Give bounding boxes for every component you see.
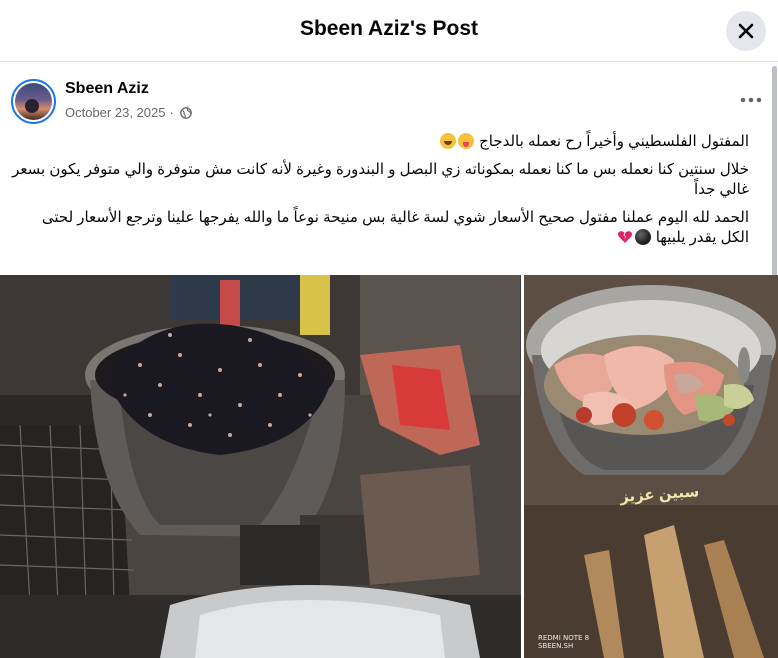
- post-meta: October 23, 2025 ·: [65, 105, 192, 120]
- avatar-image: [15, 83, 52, 120]
- close-icon: [738, 23, 754, 39]
- zany-face-emoji-icon: [457, 133, 474, 149]
- paragraph-1-text: المفتول الفلسطيني وأخيراً رح نعمله بالدج…: [479, 133, 749, 150]
- watermark-line-2: SBEEN.SH: [538, 642, 574, 650]
- author-name[interactable]: Sbeen Aziz: [65, 80, 149, 98]
- post-photo-1[interactable]: [0, 275, 521, 658]
- post-photo-2[interactable]: سبين عزيز REDMI NOTE 8 SBEEN.SH: [524, 275, 778, 658]
- camera-watermark: REDMI NOTE 8 SBEEN.SH: [538, 634, 589, 650]
- more-options-button[interactable]: [736, 88, 766, 112]
- close-button[interactable]: [726, 11, 766, 51]
- meta-separator: ·: [169, 105, 174, 120]
- post-paragraph-2: خلال سنتين كنا نعمله بس ما كنا نعمله بمك…: [12, 161, 749, 198]
- laughing-face-emoji-icon: [439, 133, 456, 149]
- post-date[interactable]: October 23, 2025: [65, 105, 165, 120]
- author-avatar[interactable]: [11, 79, 56, 124]
- black-ball-emoji-icon: [634, 229, 651, 245]
- post-paragraph-1: المفتول الفلسطيني وأخيراً رح نعمله بالدج…: [12, 132, 749, 152]
- watermark-line-1: REDMI NOTE 8: [538, 634, 590, 642]
- post-dialog-header: Sbeen Aziz's Post: [0, 0, 778, 62]
- chicken-pot-photo: [524, 275, 778, 658]
- globe-icon[interactable]: [179, 106, 192, 119]
- post-message: المفتول الفلسطيني وأخيراً رح نعمله بالدج…: [12, 132, 749, 256]
- post-paragraph-3: الحمد لله اليوم عملنا مفتول صحيح الأسعار…: [12, 208, 749, 248]
- more-options-icon: [740, 97, 762, 103]
- broken-heart-emoji-icon: [617, 231, 632, 243]
- dialog-title: Sbeen Aziz's Post: [299, 17, 479, 40]
- cooking-pot-photo: [0, 275, 521, 658]
